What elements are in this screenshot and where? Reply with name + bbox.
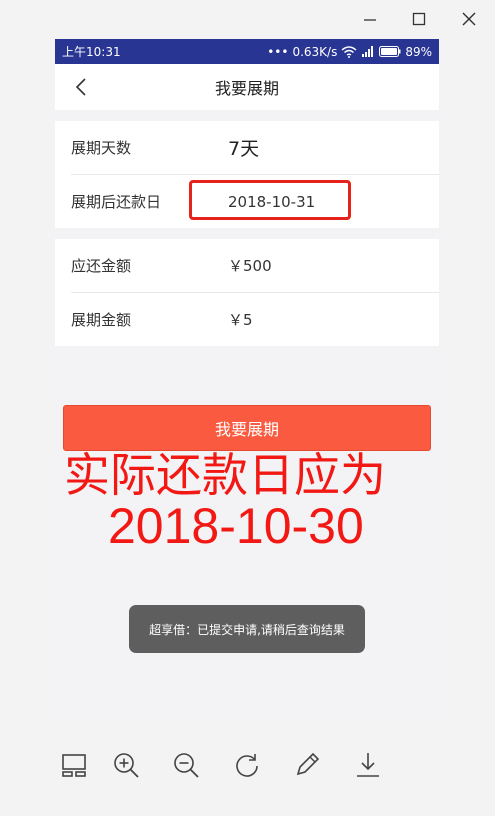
edit-button[interactable] — [290, 748, 324, 782]
due-date-row: 展期后还款日 2018-10-31 — [71, 174, 439, 228]
rotate-button[interactable] — [230, 748, 264, 782]
highlight-box — [189, 180, 351, 220]
extension-days-row: 展期天数 7天 — [71, 121, 439, 174]
extension-fee-label: 展期金额 — [71, 311, 132, 329]
layout-button[interactable] — [57, 748, 91, 782]
layout-icon — [62, 754, 86, 777]
zoom-out-button[interactable] — [169, 748, 203, 782]
download-button[interactable] — [351, 748, 385, 782]
nav-bar: 我要展期 — [55, 64, 439, 110]
maximize-button[interactable] — [404, 6, 434, 32]
status-time: 上午10:31 — [62, 45, 121, 59]
rotate-icon — [236, 754, 258, 777]
amount-card: 应还金额 ￥500 展期金额 ￥5 — [55, 239, 439, 346]
status-bar: 上午10:31 ••• 0.63K/s 89% — [55, 39, 439, 64]
status-right: ••• 0.63K/s 89% — [267, 45, 432, 59]
viewer-toolbar — [0, 730, 495, 816]
battery-icon — [379, 46, 401, 57]
extension-fee-value: ￥5 — [228, 311, 253, 329]
signal-icon — [362, 46, 374, 57]
payable-amount-row: 应还金额 ￥500 — [71, 239, 439, 292]
dots-icon: ••• — [267, 44, 289, 59]
back-icon[interactable] — [71, 76, 93, 98]
wifi-icon — [341, 45, 357, 58]
network-speed: 0.63K/s — [292, 44, 338, 59]
payable-amount-label: 应还金额 — [71, 257, 132, 275]
annotation-line1: 实际还款日应为 — [64, 449, 386, 501]
zoom-out-icon — [174, 753, 199, 778]
zoom-in-icon — [114, 753, 139, 778]
minimize-button[interactable] — [355, 6, 385, 32]
extension-fee-row: 展期金额 ￥5 — [71, 292, 439, 346]
download-icon — [357, 753, 379, 777]
extension-card: 展期天数 7天 展期后还款日 2018-10-31 — [55, 121, 439, 228]
toast-message: 超享借：已提交申请,请稍后查询结果 — [129, 605, 365, 653]
extension-days-value: 7天 — [228, 138, 260, 160]
minimize-icon — [364, 19, 376, 21]
maximize-icon — [412, 12, 426, 26]
battery-percent: 89% — [405, 44, 432, 59]
close-icon — [462, 12, 476, 26]
edit-icon — [296, 752, 320, 776]
zoom-in-button[interactable] — [109, 748, 143, 782]
payable-amount-value: ￥500 — [228, 257, 272, 275]
window-controls — [0, 0, 495, 38]
annotation-line2: 2018-10-30 — [108, 498, 364, 554]
page-title: 我要展期 — [214, 79, 279, 98]
close-button[interactable] — [454, 6, 484, 32]
extension-days-label: 展期天数 — [71, 139, 132, 157]
